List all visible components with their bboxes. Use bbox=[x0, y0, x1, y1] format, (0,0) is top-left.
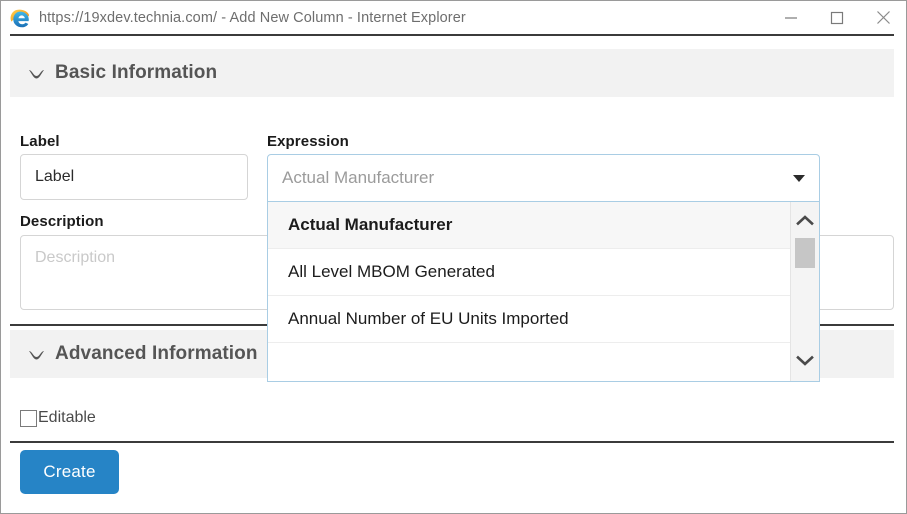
editable-checkbox[interactable] bbox=[20, 410, 37, 427]
page-content: Basic Information Label Description Expr… bbox=[2, 36, 906, 513]
label-field-caption: Label bbox=[20, 133, 60, 150]
caret-down-icon bbox=[793, 175, 805, 182]
chevron-down-icon bbox=[28, 348, 45, 360]
chevron-up-icon[interactable] bbox=[791, 206, 819, 234]
expression-combobox[interactable]: Actual Manufacturer bbox=[267, 154, 820, 202]
close-icon[interactable] bbox=[860, 1, 906, 34]
expression-option-list: Actual Manufacturer All Level MBOM Gener… bbox=[268, 202, 791, 381]
window-title: https://19xdev.technia.com/ - Add New Co… bbox=[39, 10, 466, 26]
list-item[interactable]: Actual Manufacturer bbox=[268, 202, 791, 249]
description-field-caption: Description bbox=[20, 213, 104, 230]
section-title-basic-information: Basic Information bbox=[55, 62, 217, 84]
footer-divider bbox=[10, 441, 894, 443]
label-input[interactable] bbox=[20, 154, 248, 200]
expression-field-caption: Expression bbox=[267, 133, 349, 150]
editable-checkbox-label: Editable bbox=[38, 409, 96, 427]
dropdown-scrollbar[interactable] bbox=[790, 202, 819, 381]
list-item[interactable]: All Level MBOM Generated bbox=[268, 249, 791, 296]
minimize-icon[interactable] bbox=[768, 1, 814, 34]
window-controls bbox=[768, 1, 906, 34]
maximize-icon[interactable] bbox=[814, 1, 860, 34]
browser-window: https://19xdev.technia.com/ - Add New Co… bbox=[0, 0, 907, 514]
chevron-down-icon bbox=[28, 67, 45, 79]
editable-checkbox-row[interactable]: Editable bbox=[20, 409, 96, 427]
list-item[interactable]: Annual Number of EU Units Imported bbox=[268, 296, 791, 343]
dropdown-scrollbar-thumb[interactable] bbox=[795, 238, 815, 268]
expression-selected-value: Actual Manufacturer bbox=[282, 168, 793, 188]
section-title-advanced-information: Advanced Information bbox=[55, 343, 258, 365]
create-button[interactable]: Create bbox=[20, 450, 119, 494]
expression-dropdown: Actual Manufacturer All Level MBOM Gener… bbox=[267, 202, 820, 382]
section-header-basic-information[interactable]: Basic Information bbox=[10, 49, 894, 97]
chevron-down-icon[interactable] bbox=[791, 347, 819, 375]
title-bar: https://19xdev.technia.com/ - Add New Co… bbox=[1, 1, 906, 34]
internet-explorer-icon bbox=[9, 7, 31, 29]
